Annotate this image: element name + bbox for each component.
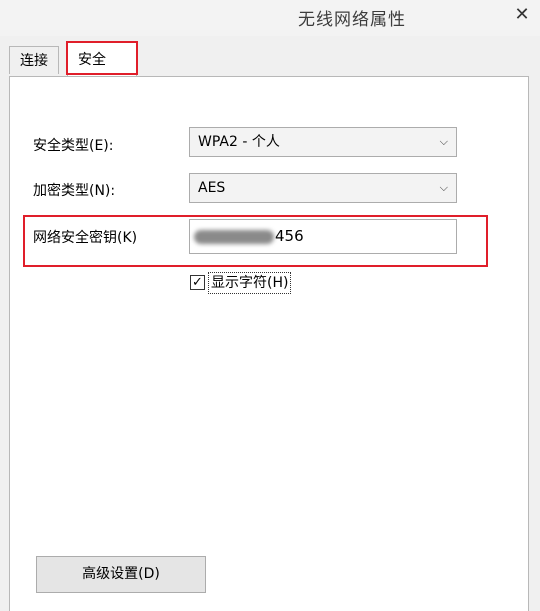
- chevron-down-icon: ⌵: [439, 135, 448, 148]
- network-key-label: 网络安全密钥(K): [33, 230, 138, 246]
- redaction-blur: [194, 229, 274, 244]
- tab-security[interactable]: 安全: [67, 41, 137, 77]
- security-type-value: WPA2 - 个人: [198, 134, 280, 150]
- encryption-type-value: AES: [198, 180, 226, 196]
- chevron-down-icon: ⌵: [439, 181, 448, 194]
- security-type-label: 安全类型(E):: [33, 138, 114, 154]
- close-icon[interactable]: ✕: [507, 2, 537, 28]
- title-bar: 无线网络属性 ✕: [0, 0, 540, 36]
- checkmark-icon: ✓: [192, 275, 203, 290]
- encryption-type-label: 加密类型(N):: [33, 183, 116, 199]
- tab-connection[interactable]: 连接: [9, 46, 59, 74]
- network-key-visible: 456: [275, 227, 304, 245]
- security-type-select[interactable]: WPA2 - 个人 ⌵: [189, 127, 457, 157]
- encryption-type-select[interactable]: AES ⌵: [189, 173, 457, 203]
- show-characters-checkbox[interactable]: ✓: [190, 275, 205, 290]
- show-characters-label[interactable]: 显示字符(H): [208, 272, 292, 294]
- advanced-settings-button[interactable]: 高级设置(D): [36, 556, 206, 593]
- window-title: 无线网络属性: [298, 10, 406, 30]
- network-key-input[interactable]: 456: [189, 219, 457, 254]
